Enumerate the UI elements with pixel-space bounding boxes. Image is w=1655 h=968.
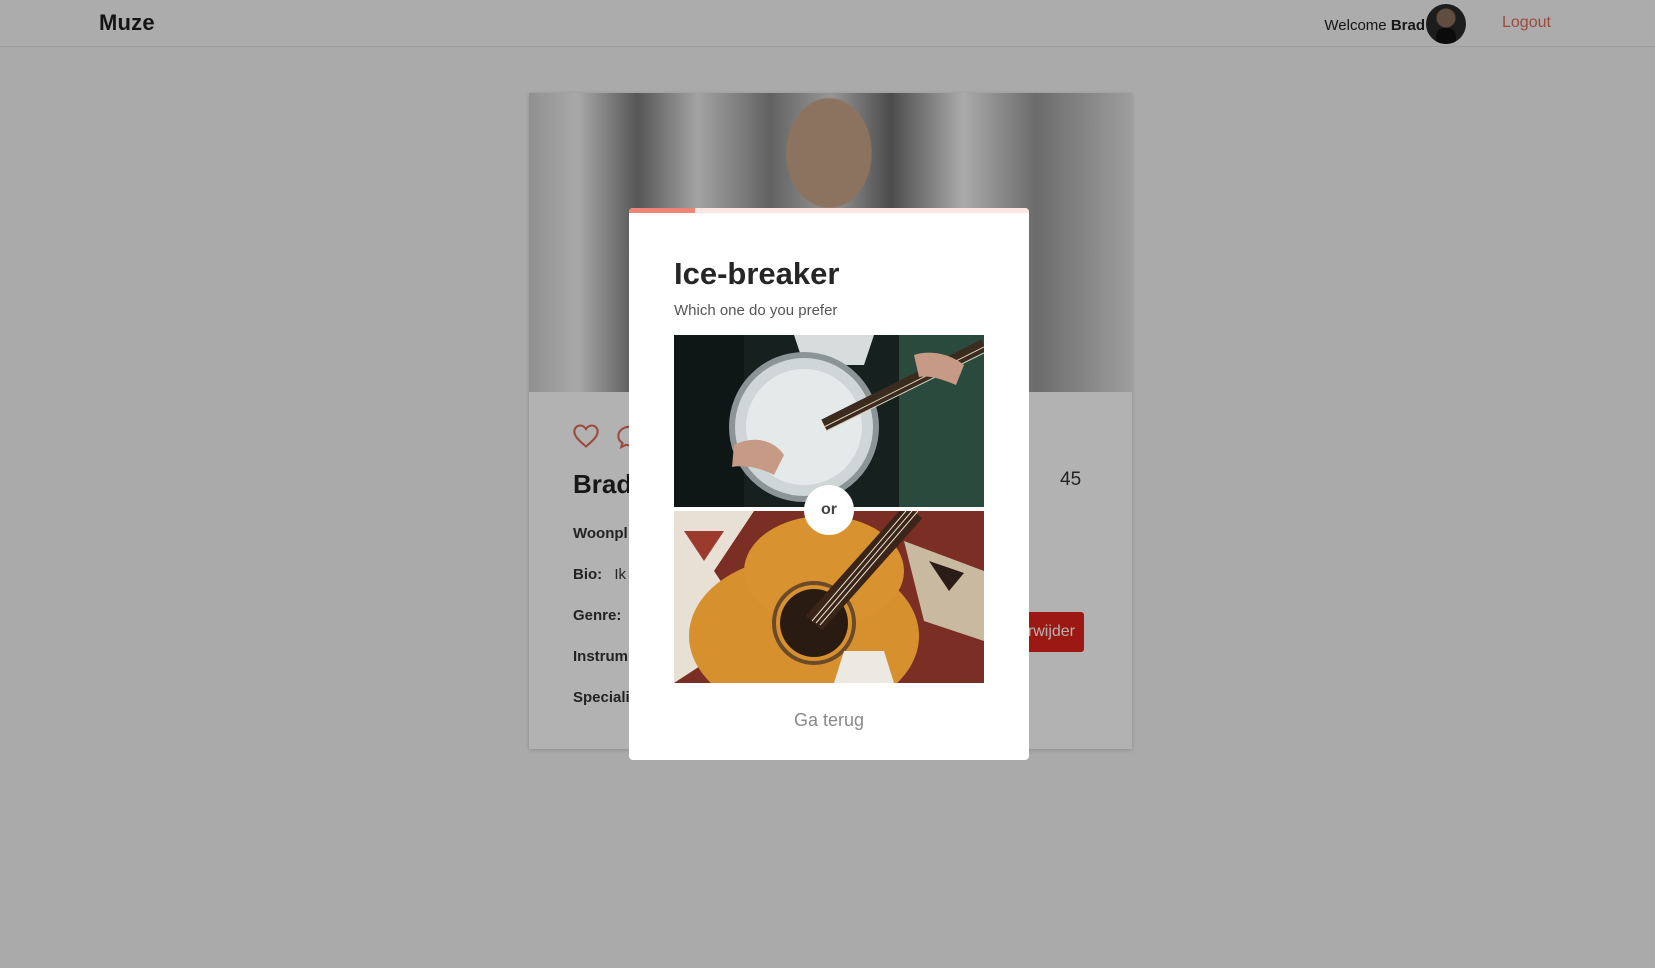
option-banjo-image[interactable] [674,335,984,507]
modal-subtitle: Which one do you prefer [674,302,838,319]
progress-bar [629,208,1029,213]
modal-title: Ice-breaker [674,256,840,291]
progress-bar-fill [629,208,695,213]
go-back-button[interactable]: Ga terug [629,705,1029,735]
or-separator: or [804,485,854,535]
banjo-icon [674,335,984,507]
icebreaker-modal: Ice-breaker Which one do you prefer or G… [629,208,1029,760]
guitar-icon [674,511,984,683]
option-guitar-image[interactable] [674,511,984,683]
